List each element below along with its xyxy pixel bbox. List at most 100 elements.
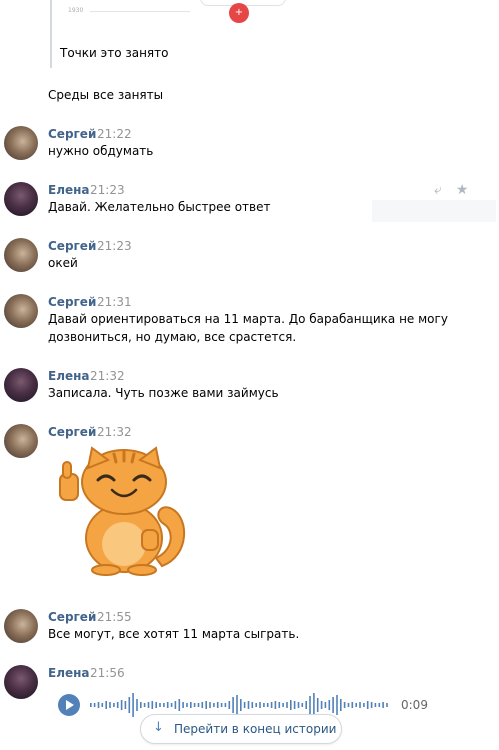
voice-duration: 0:09 xyxy=(401,698,428,712)
waveform-bar xyxy=(297,702,300,708)
waveform-bar xyxy=(190,702,192,708)
waveform-bar xyxy=(213,703,215,707)
waveform-bar xyxy=(386,703,388,707)
avatar[interactable] xyxy=(4,665,38,699)
message-text: окей xyxy=(48,256,78,270)
waveform-bar xyxy=(209,702,211,708)
waveform-bar xyxy=(136,699,138,711)
arrow-down-icon: ↓ xyxy=(153,720,164,735)
waveform-bar xyxy=(197,703,200,707)
waveform-bar xyxy=(201,702,204,708)
waveform-bar xyxy=(340,699,342,711)
waveform-bar xyxy=(347,703,350,707)
waveform-bar xyxy=(266,703,269,707)
waveform-bar xyxy=(174,701,177,709)
message-time[interactable]: 21:22 xyxy=(97,127,132,141)
avatar[interactable] xyxy=(4,182,38,216)
waveform-bar xyxy=(155,702,157,708)
waveform-bar xyxy=(259,702,261,708)
waveform-bar xyxy=(309,696,311,714)
waveform-bar xyxy=(163,703,165,707)
mini-preview-line xyxy=(90,11,190,12)
message-time[interactable]: 21:32 xyxy=(97,425,132,439)
waveform-bar xyxy=(332,697,334,713)
waveform-bar xyxy=(374,703,377,707)
waveform-bar xyxy=(151,701,154,709)
sticker-thumb xyxy=(59,461,79,501)
waveform-bar xyxy=(113,703,115,707)
waveform-bar xyxy=(316,698,319,712)
avatar[interactable] xyxy=(4,238,38,272)
play-button[interactable] xyxy=(58,694,80,716)
waveform-bar xyxy=(140,702,142,708)
waveform-bar xyxy=(251,702,254,708)
waveform-bar xyxy=(240,699,242,711)
waveform-bar xyxy=(228,701,231,709)
waveform-bar xyxy=(320,701,323,709)
waveform-bar xyxy=(116,702,119,708)
jump-to-end-button[interactable]: ↓ Перейти в конец истории xyxy=(140,714,342,744)
message-time[interactable]: 21:23 xyxy=(97,239,132,253)
waveform-bar xyxy=(120,700,123,710)
avatar[interactable] xyxy=(4,609,38,643)
message-text: Записала. Чуть позже вами займусь xyxy=(48,386,279,400)
mini-preview-text: 1930 xyxy=(68,7,84,14)
waveform-bar xyxy=(336,695,338,715)
waveform-bar xyxy=(97,702,100,708)
waveform-bar xyxy=(351,702,354,708)
waveform-bar xyxy=(255,703,257,707)
waveform-bar xyxy=(305,701,307,709)
waveform-bar xyxy=(90,703,92,707)
message-time[interactable]: 21:55 xyxy=(97,610,132,624)
waveform-bar xyxy=(109,702,111,708)
waveform-bar xyxy=(182,702,184,708)
waveform-bar xyxy=(282,703,284,707)
reply-icon[interactable]: ⤶ xyxy=(434,182,442,198)
waveform-bar xyxy=(159,703,161,707)
author-name[interactable]: Сергей xyxy=(48,610,96,624)
hover-actions: ⤶ ★ xyxy=(434,182,482,198)
avatar[interactable] xyxy=(4,368,38,402)
message-time[interactable]: 21:23 xyxy=(90,183,125,197)
star-icon[interactable]: ★ xyxy=(456,182,469,198)
message-time[interactable]: 21:32 xyxy=(90,369,125,383)
waveform-bar xyxy=(101,703,104,707)
waveform-bar xyxy=(263,703,265,707)
waveform-bar xyxy=(363,703,365,707)
waveform-bar xyxy=(93,703,96,707)
waveform-bar xyxy=(270,702,273,708)
avatar[interactable] xyxy=(4,126,38,160)
waveform-bar xyxy=(366,701,369,709)
add-button[interactable]: + xyxy=(229,3,249,23)
author-name[interactable]: Сергей xyxy=(48,295,96,309)
waveform-bar xyxy=(205,701,207,709)
waveform-bar xyxy=(166,702,169,708)
waveform-bar xyxy=(290,700,292,710)
author-name[interactable]: Сергей xyxy=(48,425,96,439)
waveform-bar xyxy=(301,703,304,707)
waveform-bar xyxy=(170,703,173,707)
message-text: нужно обдумать xyxy=(48,144,154,158)
avatar[interactable] xyxy=(4,294,38,328)
quoted-text: Точки это занято xyxy=(60,46,169,60)
message-time[interactable]: 21:31 xyxy=(97,295,132,309)
plain-text: Среды все заняты xyxy=(48,88,164,102)
waveform-bar xyxy=(324,702,327,708)
message-time[interactable]: 21:56 xyxy=(90,666,125,680)
avatar[interactable] xyxy=(4,424,38,458)
waveform-bar xyxy=(143,703,146,707)
mini-preview: 1930 + xyxy=(60,0,249,24)
waveform-bar xyxy=(132,693,134,717)
waveform-bar xyxy=(186,703,188,707)
waveform-bar xyxy=(128,697,131,713)
waveform-bar xyxy=(328,700,331,710)
message-text: Давай. Желательно быстрее ответ xyxy=(48,200,271,214)
author-name[interactable]: Елена xyxy=(48,183,90,197)
author-name[interactable]: Елена xyxy=(48,666,90,680)
author-name[interactable]: Сергей xyxy=(48,127,96,141)
message-text: Давай ориентироваться на 11 марта. До ба… xyxy=(48,312,448,344)
cat-sticker[interactable] xyxy=(50,446,190,576)
author-name[interactable]: Сергей xyxy=(48,239,96,253)
waveform-bar xyxy=(243,702,246,708)
author-name[interactable]: Елена xyxy=(48,369,90,383)
